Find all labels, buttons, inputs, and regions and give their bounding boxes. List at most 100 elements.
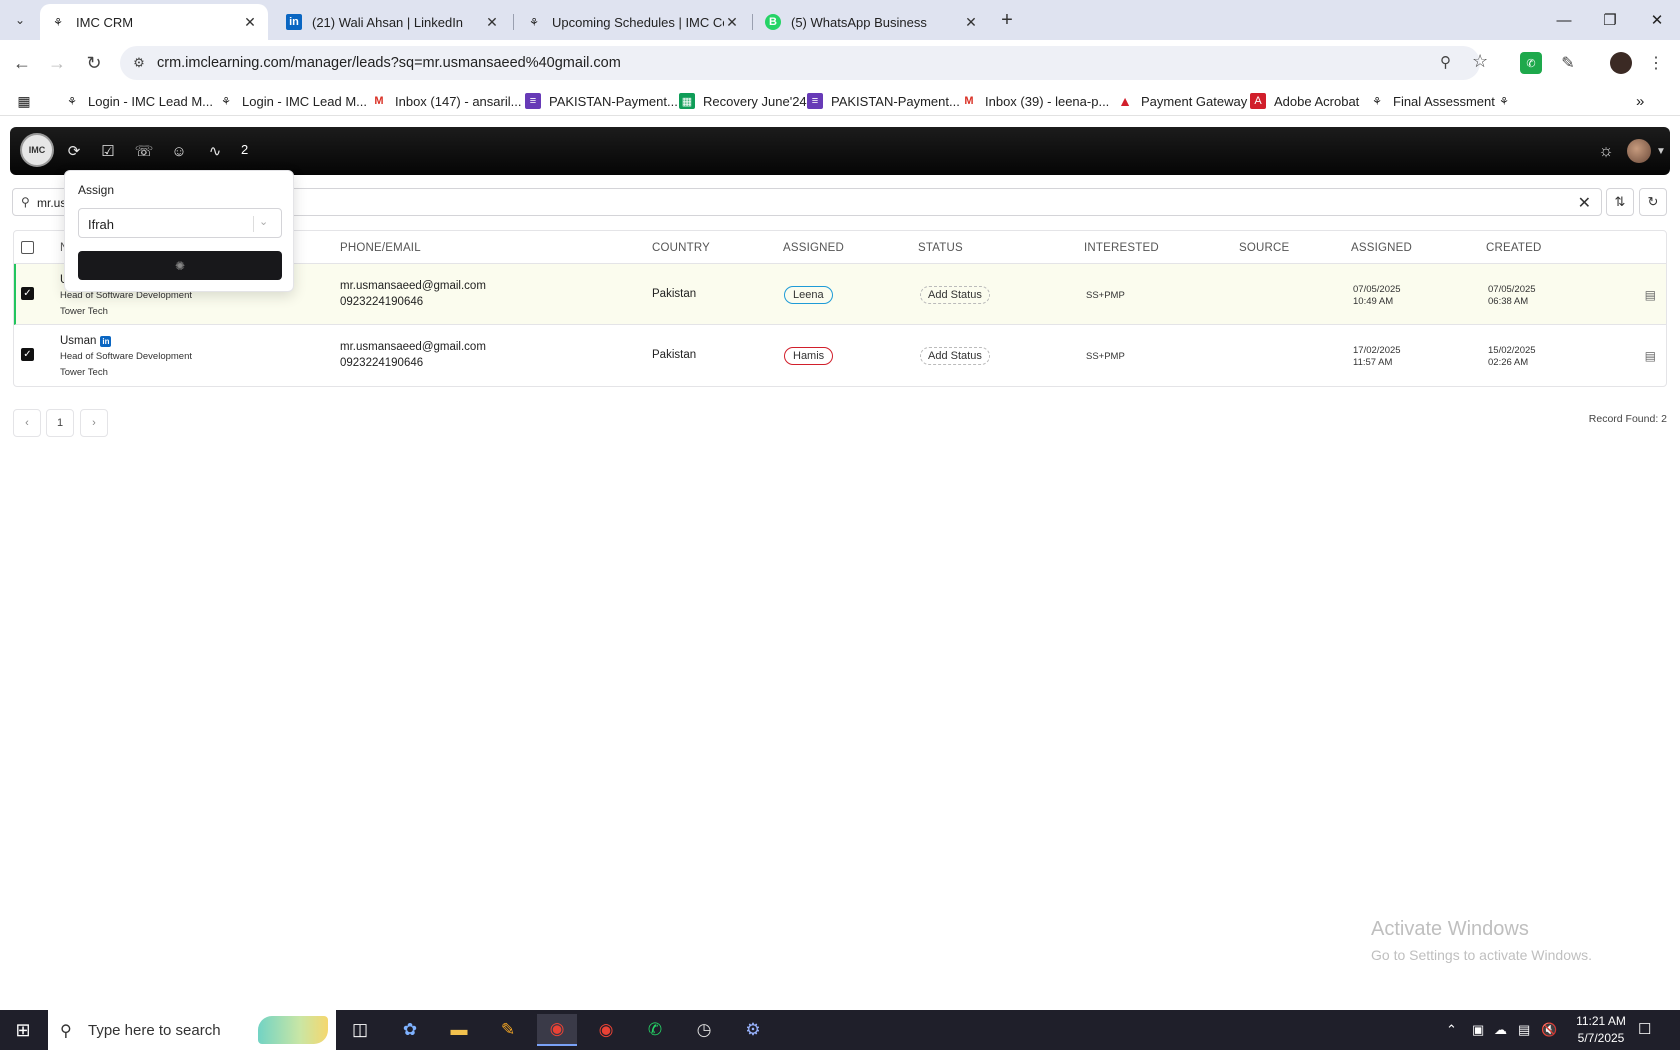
col-assigned[interactable]: ASSIGNED [783,242,844,254]
reload-icon[interactable]: ↻ [80,49,108,77]
refresh-icon: ↻ [1647,194,1659,209]
extension-green-icon[interactable]: ✆ [1520,52,1542,74]
lead-phone[interactable]: 0923224190646 [340,296,423,308]
row-checkbox[interactable]: ✓ [21,287,34,300]
linkedin-icon[interactable]: in [100,335,112,347]
col-country[interactable]: COUNTRY [652,242,710,254]
profile-avatar[interactable] [1610,52,1632,74]
zoom-magnifier-icon[interactable]: ⚲ [1440,53,1451,71]
page-number-button[interactable]: 1 [46,409,74,437]
lead-phone[interactable]: 0923224190646 [340,357,423,369]
network-icon[interactable]: ▤ [1518,1022,1530,1038]
bookmark-gmail-inbox-2[interactable]: M Inbox (39) - leena-p... [961,92,1109,110]
phone-document-icon[interactable]: ☏ [132,139,156,163]
taskbar-search-box[interactable]: ⚲ Type here to search [48,1010,336,1050]
tab-whatsapp-business[interactable]: B (5) WhatsApp Business ✕ [755,4,989,40]
prev-page-button[interactable]: ‹ [13,409,41,437]
assignee-value: Ifrah [88,217,115,232]
assign-submit-button[interactable]: ✺ [78,251,282,280]
onedrive-cloud-icon[interactable]: ☁ [1494,1022,1507,1038]
user-assign-icon[interactable]: ☺ [167,139,191,163]
document-icon[interactable]: ▤ [1645,349,1656,363]
volume-muted-icon[interactable]: 🔇 [1541,1022,1557,1038]
select-all-checkbox[interactable] [21,241,34,254]
imc-logo[interactable]: IMC [20,133,54,167]
restore-icon[interactable]: ❐ [1587,0,1633,40]
apps-grid-icon[interactable]: ▦ [16,92,40,110]
assigned-user-pill[interactable]: Leena [784,286,833,304]
window-close-icon[interactable]: ✕ [1634,0,1680,40]
more-bookmarks-chevron-icon[interactable]: » [1636,92,1644,110]
col-status[interactable]: STATUS [918,242,963,254]
assignee-select[interactable]: Ifrah ⌄ [78,208,282,238]
meet-now-icon[interactable]: ▣ [1472,1022,1484,1038]
bookmark-star-icon[interactable]: ☆ [1472,51,1488,72]
minimize-icon[interactable]: — [1541,0,1587,40]
bookmark-login-imc-2[interactable]: ⚘ Login - IMC Lead M... [218,92,367,110]
chrome-icon[interactable]: ◉ [537,1014,577,1046]
new-tab-plus-icon[interactable]: + [995,8,1019,32]
close-tab-icon[interactable]: ✕ [484,14,500,31]
bookmark-final-assessment[interactable]: ⚘ Final Assessment [1369,92,1495,110]
notifications-icon[interactable]: ☐ [1638,1020,1651,1038]
chrome-profile-icon[interactable]: ◉ [586,1014,626,1046]
table-row[interactable]: ✓ Usman in Head of Software Development T… [14,325,1666,386]
refresh-button[interactable]: ↻ [1639,188,1667,216]
row-checkbox[interactable]: ✓ [21,348,34,361]
col-created[interactable]: CREATED [1486,242,1542,254]
user-menu[interactable]: ▼ [1627,137,1673,165]
windows-start-icon[interactable]: ⊞ [0,1010,46,1050]
col-assigned-date[interactable]: ASSIGNED [1351,242,1412,254]
col-interested[interactable]: INTERESTED [1084,242,1159,254]
site-settings-icon[interactable]: ⚙ [130,54,148,72]
back-arrow-icon[interactable]: ← [8,49,36,77]
settings-gear-icon[interactable]: ⚙ [733,1014,773,1046]
bookmark-login-imc-1[interactable]: ⚘ Login - IMC Lead M... [64,92,213,110]
bookmark-adobe-acrobat[interactable]: A Adobe Acrobat [1250,92,1359,110]
address-bar[interactable]: ⚙ crm.imclearning.com/manager/leads?sq=m… [120,46,1488,80]
sketch-app-icon[interactable]: ✎ [488,1014,528,1046]
whatsapp-icon[interactable]: ✆ [635,1014,675,1046]
theme-toggle-sun-icon[interactable]: ☼ [1594,139,1618,163]
next-page-button[interactable]: › [80,409,108,437]
forward-arrow-icon[interactable]: → [43,49,71,77]
document-icon[interactable]: ▤ [1645,288,1656,302]
add-status-button[interactable]: Add Status [920,286,990,304]
select-divider [253,216,254,232]
taskbar-clock[interactable]: 11:21 AM 5/7/2025 [1564,1013,1638,1047]
url-text[interactable]: crm.imclearning.com/manager/leads?sq=mr.… [157,55,621,71]
copilot-icon[interactable]: ✿ [390,1014,430,1046]
show-hidden-icons-chevron-icon[interactable]: ⌃ [1446,1022,1457,1038]
close-tab-icon[interactable]: ✕ [963,14,979,31]
clock-app-icon[interactable]: ◷ [684,1014,724,1046]
bookmark-pakistan-payment-2[interactable]: ≡ PAKISTAN-Payment... [807,92,960,110]
close-tab-icon[interactable]: ✕ [724,14,740,31]
browser-menu-kebab-icon[interactable]: ⋮ [1645,52,1667,74]
clear-search-icon[interactable]: ✕ [1578,193,1591,213]
tab-search-chevron-icon[interactable]: ⌄ [8,8,32,32]
activity-pulse-icon[interactable]: ∿ [203,139,227,163]
tab-imc-crm[interactable]: ⚘ IMC CRM ✕ [40,4,268,40]
filter-settings-button[interactable]: ⇅ [1606,188,1634,216]
bookmark-gmail-inbox-1[interactable]: M Inbox (147) - ansaril... [371,92,521,110]
col-phone-email[interactable]: PHONE/EMAIL [340,242,421,254]
col-source[interactable]: SOURCE [1239,242,1289,254]
add-status-button[interactable]: Add Status [920,347,990,365]
extensions-puzzle-icon[interactable]: ✎ [1557,52,1579,74]
calendar-check-icon[interactable]: ☑ [96,139,120,163]
file-explorer-icon[interactable]: ▬ [439,1014,479,1046]
lead-name[interactable]: Usman in [60,335,112,347]
bookmark-payment-gateway[interactable]: ▲ Payment Gateway [1117,92,1247,110]
assigned-user-pill[interactable]: Hamis [784,347,834,365]
refresh-cycle-icon[interactable]: ⟳ [62,139,86,163]
close-tab-icon[interactable]: ✕ [242,14,258,31]
tab-linkedin[interactable]: in (21) Wali Ahsan | LinkedIn ✕ [276,4,510,40]
tab-upcoming-schedules[interactable]: ⚘ Upcoming Schedules | IMC Cert ✕ [516,4,750,40]
task-view-icon[interactable]: ◫ [340,1014,380,1046]
bookmark-imc-icon-only[interactable]: ⚘ [1496,92,1520,110]
lead-company: Tower Tech [60,367,108,378]
lead-email[interactable]: mr.usmansaeed@gmail.com [340,280,486,292]
bookmark-recovery[interactable]: ▦ Recovery June'24 [679,92,807,110]
bookmark-pakistan-payment-1[interactable]: ≡ PAKISTAN-Payment... [525,92,678,110]
lead-email[interactable]: mr.usmansaeed@gmail.com [340,341,486,353]
